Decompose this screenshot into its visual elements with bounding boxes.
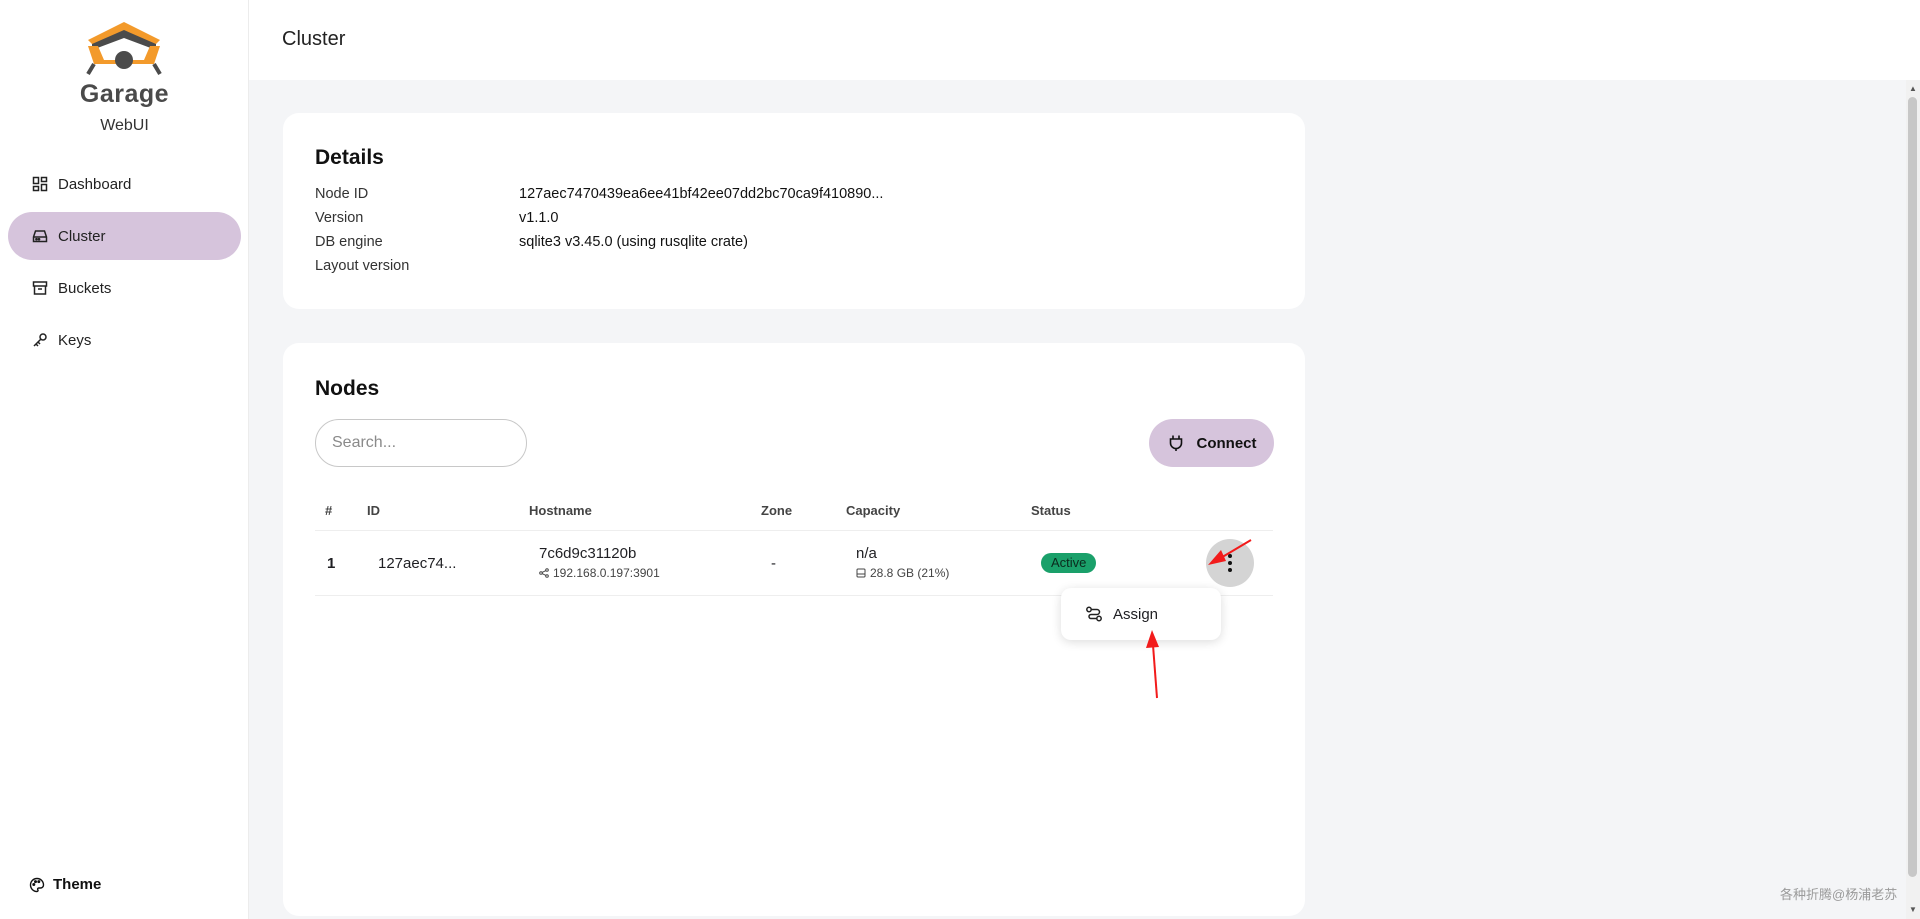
detail-label: Version [315,210,364,226]
detail-label: DB engine [315,234,383,250]
detail-row-version: Version v1.1.0 [315,210,559,226]
table-header: # ID Hostname Zone Capacity Status [315,497,1273,531]
watermark: 各种折腾@杨浦老苏 [1780,887,1898,902]
detail-label: Node ID [315,186,369,202]
theme-label: Theme [53,876,102,893]
column-header: Hostname [529,503,592,518]
sidebar-item-keys[interactable]: Keys [8,316,241,364]
share-icon [539,568,549,578]
detail-label: Layout version [315,258,410,274]
theme-button[interactable]: Theme [29,876,101,893]
garage-logo-icon [86,22,162,76]
dashboard-icon [32,176,48,192]
status-badge: Active [1041,553,1097,573]
search-input[interactable] [315,419,527,467]
page-title: Cluster [282,28,346,50]
node-id: 127aec74... [378,555,457,572]
sidebar-item-label: Keys [58,331,92,349]
palette-icon [29,877,45,892]
node-zone: - [771,555,776,572]
detail-value: v1.1.0 [519,210,559,226]
top-bar: Cluster [249,0,1920,80]
menu-item-label: Assign [1113,605,1159,623]
hard-drive-icon [32,230,48,243]
node-hostname: 7c6d9c31120b [539,545,637,562]
brand-name: Garage [79,80,170,108]
detail-value: sqlite3 v3.45.0 (using rusqlite crate) [519,234,748,250]
detail-value: 127aec7470439ea6ee41bf42ee07dd2bc70ca9f4… [519,186,884,202]
sidebar-item-cluster[interactable]: Cluster [8,212,241,260]
scroll-up-arrow-icon[interactable]: ▲ [1906,82,1920,96]
row-number: 1 [327,555,336,572]
row-actions-button[interactable] [1206,539,1254,587]
column-header: ID [367,503,380,518]
node-disk: 28.8 GB (21%) [856,566,949,580]
node-address: 192.168.0.197:3901 [539,566,660,580]
column-header: Status [1031,503,1071,518]
key-icon [33,333,47,347]
column-header: # [325,503,333,518]
node-disk-text: 28.8 GB (21%) [870,566,950,580]
details-card: Details Node ID 127aec7470439ea6ee41bf42… [283,113,1305,309]
brand-subtitle: WebUI [100,117,149,134]
node-capacity: n/a [856,545,877,562]
route-icon [1086,606,1102,622]
detail-row-layout-version: Layout version [315,258,519,274]
sidebar: Garage WebUI Dashboard Cluster Buckets K… [0,0,249,919]
sidebar-item-label: Cluster [58,227,106,245]
sidebar-item-label: Buckets [58,279,112,297]
sidebar-item-label: Dashboard [58,175,132,193]
node-address-text: 192.168.0.197:3901 [553,566,660,580]
detail-row-node-id: Node ID 127aec7470439ea6ee41bf42ee07dd2b… [315,186,883,202]
sidebar-item-buckets[interactable]: Buckets [8,264,241,312]
scrollbar-thumb[interactable] [1908,97,1917,877]
plug-icon [1169,435,1182,451]
storage-icon [856,568,866,578]
table-row: 1 127aec74... 7c6d9c31120b 192.168.0.197… [315,532,1273,596]
connect-button[interactable]: Connect [1149,419,1274,467]
column-header: Zone [761,503,793,518]
connect-label: Connect [1196,434,1257,452]
menu-item-assign[interactable]: Assign [1061,588,1221,640]
column-header: Capacity [846,503,901,518]
nodes-title: Nodes [315,377,380,400]
sidebar-item-dashboard[interactable]: Dashboard [8,160,241,208]
details-title: Details [315,146,384,169]
scroll-down-arrow-icon[interactable]: ▼ [1906,903,1920,917]
detail-row-db-engine: DB engine sqlite3 v3.45.0 (using rusqlit… [315,234,748,250]
more-vertical-icon [1228,554,1232,572]
archive-icon [32,281,48,295]
